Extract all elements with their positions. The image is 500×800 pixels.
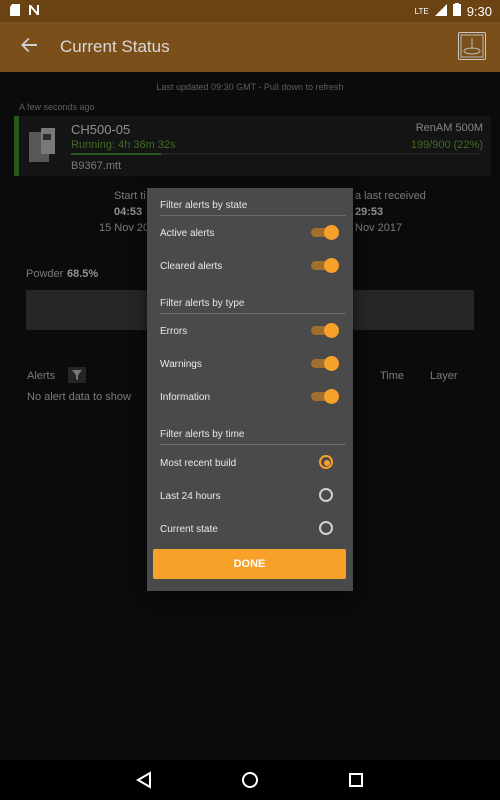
- divider: [160, 444, 346, 445]
- n-notification-icon: [28, 3, 40, 21]
- lte-label: LTE: [414, 6, 429, 16]
- battery-icon: [452, 3, 461, 19]
- last-24-hours-radio[interactable]: [319, 488, 333, 502]
- recents-nav-icon[interactable]: [344, 768, 368, 792]
- time-filter-heading: Filter alerts by time: [160, 429, 245, 440]
- sd-card-icon: [10, 3, 20, 21]
- warnings-toggle[interactable]: [311, 356, 339, 371]
- most-recent-build-radio[interactable]: [319, 455, 333, 469]
- machine-thumbnail-icon[interactable]: [458, 32, 486, 60]
- filter-dialog: Filter alerts by state Active alerts Cle…: [147, 188, 353, 591]
- signal-icon: [434, 3, 447, 19]
- type-filter-heading: Filter alerts by type: [160, 298, 245, 309]
- status-bar: LTE 9:30: [0, 0, 500, 22]
- active-alerts-label: Active alerts: [160, 228, 215, 239]
- errors-label: Errors: [160, 326, 188, 337]
- state-filter-heading: Filter alerts by state: [160, 200, 248, 211]
- home-nav-icon[interactable]: [238, 768, 262, 792]
- divider: [160, 215, 346, 216]
- active-alerts-toggle[interactable]: [311, 225, 339, 240]
- back-nav-icon[interactable]: [132, 768, 156, 792]
- information-label: Information: [160, 392, 211, 403]
- page-title: Current Status: [60, 37, 170, 56]
- information-toggle[interactable]: [311, 389, 339, 404]
- divider: [160, 313, 346, 314]
- warnings-label: Warnings: [160, 359, 202, 370]
- cleared-alerts-label: Cleared alerts: [160, 261, 223, 272]
- app-bar: Current Status: [0, 22, 500, 72]
- errors-toggle[interactable]: [311, 323, 339, 338]
- current-state-radio[interactable]: [319, 521, 333, 535]
- navigation-bar: [0, 760, 500, 800]
- clock: 9:30: [466, 3, 492, 19]
- last-24-hours-label: Last 24 hours: [160, 491, 221, 502]
- cleared-alerts-toggle[interactable]: [311, 258, 339, 273]
- back-arrow-icon[interactable]: [20, 36, 38, 60]
- most-recent-build-label: Most recent build: [160, 458, 237, 469]
- current-state-label: Current state: [160, 524, 218, 535]
- done-button[interactable]: DONE: [153, 549, 346, 579]
